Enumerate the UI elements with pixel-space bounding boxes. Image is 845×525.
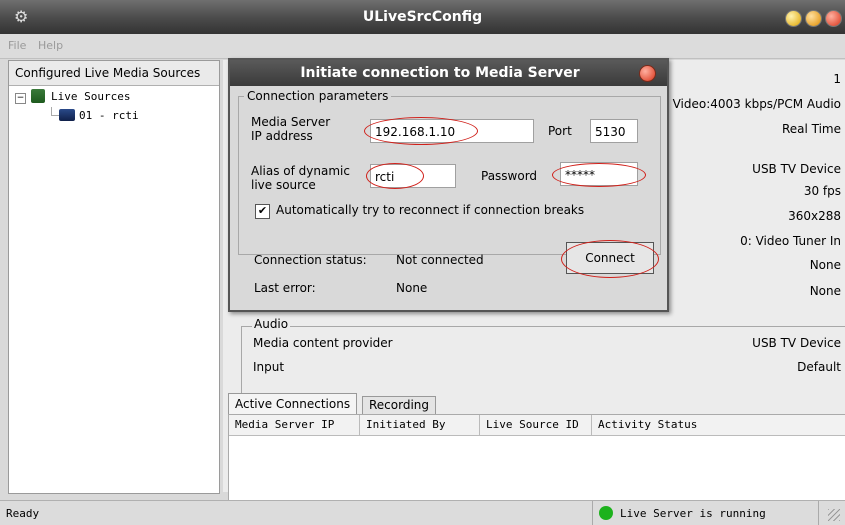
connections-table: Media Server IP Initiated By Live Source… bbox=[228, 414, 845, 502]
last-error-label: Last error: bbox=[254, 281, 316, 295]
status-divider bbox=[818, 501, 819, 525]
column-media-server-ip[interactable]: Media Server IP bbox=[229, 415, 360, 436]
connection-status-label: Connection status: bbox=[254, 253, 367, 267]
tree-line bbox=[51, 107, 52, 115]
window-title: ULiveSrcConfig bbox=[362, 9, 483, 25]
column-live-source-id[interactable]: Live Source ID bbox=[480, 415, 592, 436]
detail-value: 1 bbox=[833, 72, 841, 86]
close-button[interactable] bbox=[825, 10, 842, 27]
audio-group-title: Audio bbox=[252, 317, 291, 331]
tree-item-rcti[interactable]: 01 - rcti bbox=[79, 109, 139, 122]
status-text: Ready bbox=[6, 507, 40, 520]
connection-parameters-title: Connection parameters bbox=[244, 89, 392, 103]
detail-value: 30 fps bbox=[803, 184, 841, 198]
status-divider bbox=[592, 501, 593, 525]
column-initiated-by[interactable]: Initiated By bbox=[360, 415, 480, 436]
audio-input-value: Default bbox=[797, 360, 841, 374]
highlight-ellipse bbox=[364, 117, 478, 145]
password-label: Password bbox=[481, 169, 538, 183]
tree-root-live-sources[interactable]: Live Sources bbox=[51, 90, 130, 103]
dialog-title-bar: Initiate connection to Media Server bbox=[230, 60, 667, 86]
detail-value: USB TV Device bbox=[752, 162, 841, 176]
dialog-close-button[interactable] bbox=[639, 65, 656, 82]
menu-bar: File Help bbox=[0, 34, 845, 59]
detail-value: 0: Video Tuner In bbox=[740, 234, 841, 248]
port-label: Port bbox=[548, 124, 572, 138]
port-input[interactable]: 5130 bbox=[590, 119, 638, 143]
connection-status-value: Not connected bbox=[396, 253, 484, 267]
server-status-text: Live Server is running bbox=[620, 507, 766, 520]
auto-reconnect-checkbox[interactable]: ✔ bbox=[255, 204, 270, 219]
dialog-title: Initiate connection to Media Server bbox=[300, 65, 580, 81]
sources-panel-title: Configured Live Media Sources bbox=[15, 66, 201, 80]
server-status-indicator-icon bbox=[599, 506, 613, 520]
live-sources-icon bbox=[31, 89, 45, 103]
tab-recording[interactable]: Recording bbox=[362, 396, 437, 415]
detail-value: None bbox=[809, 258, 841, 272]
sources-panel: Configured Live Media Sources − Live Sou… bbox=[8, 60, 220, 494]
detail-value: 360x288 bbox=[788, 209, 841, 223]
detail-value: None bbox=[809, 284, 841, 298]
alias-label-line2: live source bbox=[251, 178, 316, 192]
audio-provider-label: Media content provider bbox=[253, 336, 393, 350]
menu-help[interactable]: Help bbox=[38, 39, 63, 52]
tree-line bbox=[51, 115, 59, 116]
detail-value: Video:4003 kbps/PCM Audio bbox=[672, 97, 841, 111]
detail-value: Real Time bbox=[781, 122, 841, 136]
connection-dialog: Initiate connection to Media Server Conn… bbox=[228, 58, 669, 312]
minimize-button[interactable] bbox=[785, 10, 802, 27]
last-error-value: None bbox=[396, 281, 428, 295]
alias-label-line1: Alias of dynamic bbox=[251, 164, 350, 178]
column-activity-status[interactable]: Activity Status bbox=[592, 415, 845, 436]
resize-grip-icon[interactable] bbox=[828, 509, 840, 521]
highlight-ellipse bbox=[366, 163, 424, 189]
status-bar: Ready Live Server is running bbox=[0, 500, 845, 525]
maximize-button[interactable] bbox=[805, 10, 822, 27]
audio-provider-value: USB TV Device bbox=[752, 336, 841, 350]
highlight-ellipse bbox=[552, 163, 646, 187]
sources-panel-header: Configured Live Media Sources bbox=[9, 61, 219, 86]
ip-label-line2: IP address bbox=[251, 129, 313, 143]
tab-active-connections[interactable]: Active Connections bbox=[228, 393, 358, 415]
audio-input-label: Input bbox=[253, 360, 285, 374]
video-source-icon bbox=[59, 109, 75, 121]
ip-label-line1: Media Server bbox=[251, 115, 331, 129]
highlight-ellipse bbox=[561, 240, 659, 278]
tree-collapse-toggle[interactable]: − bbox=[15, 93, 26, 104]
auto-reconnect-label: Automatically try to reconnect if connec… bbox=[276, 203, 585, 217]
menu-file[interactable]: File bbox=[8, 39, 26, 52]
title-bar: ⚙ ULiveSrcConfig bbox=[0, 0, 845, 34]
